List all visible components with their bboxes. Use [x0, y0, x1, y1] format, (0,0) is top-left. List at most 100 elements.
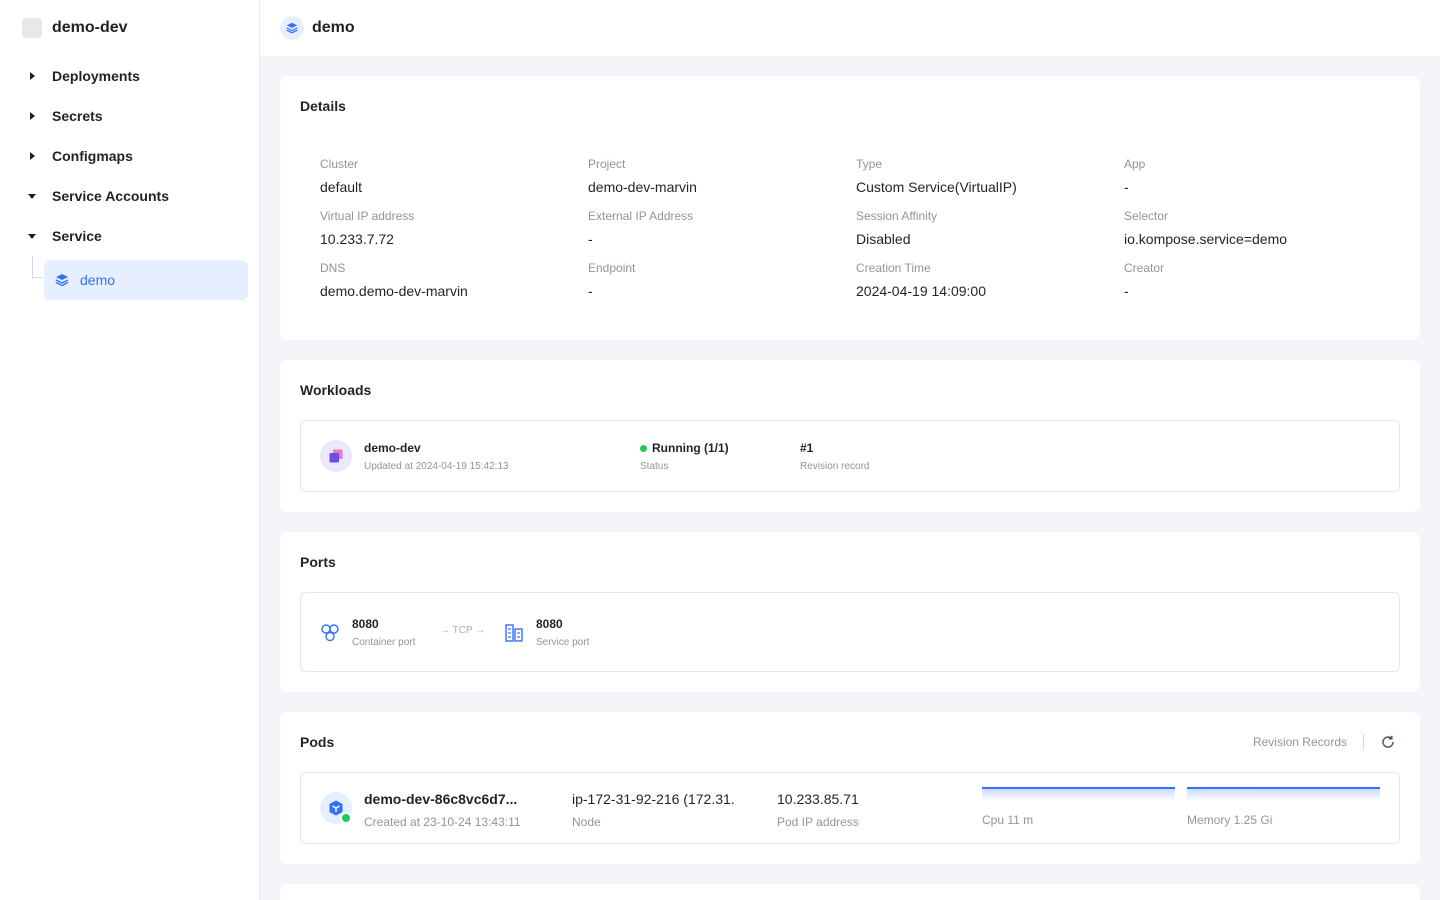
- pod-info: demo-dev-86c8vc6d7... Created at 23-10-2…: [364, 791, 521, 829]
- sidebar-item-secrets[interactable]: Secrets: [0, 96, 259, 136]
- pod-ip-label: Pod IP address: [777, 815, 859, 829]
- detail-label: DNS: [320, 261, 346, 275]
- cpu-sparkline: [982, 787, 1175, 801]
- sidebar-item-label: Secrets: [52, 108, 103, 124]
- revision-records-link[interactable]: Revision Records: [1253, 735, 1347, 749]
- service-port: 8080 Service port: [536, 617, 589, 648]
- workloads-title: Workloads: [300, 382, 372, 398]
- detail-value: Custom Service(VirtualIP): [856, 179, 1017, 195]
- detail-value: default: [320, 179, 363, 195]
- sidebar-item-configmaps[interactable]: Configmaps: [0, 136, 259, 176]
- detail-label: External IP Address: [588, 209, 694, 223]
- detail-dns: DNS demo.demo-dev-marvin: [320, 260, 588, 312]
- workload-name[interactable]: demo-dev: [364, 441, 509, 455]
- pod-icon: [320, 792, 352, 824]
- workload-revision: #1 Revision record: [800, 441, 869, 472]
- caret-right-icon: [26, 70, 38, 82]
- detail-label: Type: [856, 157, 883, 171]
- cpu-label: Cpu 11 m: [982, 813, 1034, 827]
- pod-status-dot-icon: [340, 812, 352, 824]
- revision-label: Revision record: [800, 461, 870, 472]
- sidebar: demo-dev Deployments Secrets Configmaps …: [0, 0, 260, 900]
- detail-label: Selector: [1124, 209, 1169, 223]
- node-label: Node: [572, 815, 601, 829]
- caret-down-icon: [26, 190, 38, 202]
- service-icon: [280, 16, 304, 40]
- detail-label: App: [1124, 157, 1146, 171]
- detail-project: Project demo-dev-marvin: [588, 156, 856, 208]
- detail-creator: Creator -: [1124, 260, 1392, 312]
- detail-label: Endpoint: [588, 261, 636, 275]
- details-grid: Cluster default Project demo-dev-marvin Ty…: [320, 156, 1392, 312]
- caret-right-icon: [26, 150, 38, 162]
- caret-right-icon: [26, 110, 38, 122]
- status-label: Status: [640, 461, 669, 472]
- sidebar-item-service-accounts[interactable]: Service Accounts: [0, 176, 259, 216]
- detail-selector: Selector io.kompose.service=demo: [1124, 208, 1392, 260]
- container-port-label: Container port: [352, 637, 416, 648]
- sidebar-header: demo-dev: [0, 0, 259, 56]
- caret-down-icon: [26, 230, 38, 242]
- detail-type: Type Custom Service(VirtualIP): [856, 156, 1124, 208]
- pod-ip: 10.233.85.71 Pod IP address: [777, 791, 859, 829]
- divider: [1363, 734, 1364, 750]
- details-card: Details Cluster default Project demo-dev-m…: [280, 76, 1420, 340]
- pod-ip-value: 10.233.85.71: [777, 791, 859, 807]
- pods-card: Pods Revision Records demo-dev-86c8vc6d7…: [280, 712, 1420, 864]
- ports-card: Ports 8080 Container port → TCP → 8080 S…: [280, 532, 1420, 692]
- project-title: demo-dev: [52, 19, 128, 36]
- detail-value: demo-dev-marvin: [588, 179, 697, 195]
- pod-created: Created at 23-10-24 13:43:11: [364, 815, 521, 829]
- pod-node: ip-172-31-92-216 (172.31. Node: [572, 791, 735, 829]
- detail-value: -: [588, 231, 593, 247]
- status-dot-icon: [640, 445, 647, 453]
- detail-label: Creator: [1124, 261, 1165, 275]
- project-logo-icon: [22, 18, 42, 38]
- ports-title: Ports: [300, 554, 336, 570]
- page-title: demo: [312, 19, 355, 36]
- workload-updated: Updated at 2024-04-19 15:42:13: [364, 461, 509, 472]
- sidebar-subitem-label: demo: [80, 272, 116, 288]
- node-value: ip-172-31-92-216 (172.31.: [572, 791, 735, 807]
- sidebar-item-service[interactable]: Service: [0, 216, 259, 256]
- workload-item[interactable]: demo-dev Updated at 2024-04-19 15:42:13 …: [300, 420, 1400, 492]
- service-port-label: Service port: [536, 637, 590, 648]
- detail-endpoint: Endpoint -: [588, 260, 856, 312]
- detail-value: demo.demo-dev-marvin: [320, 283, 468, 299]
- refresh-icon[interactable]: [1380, 734, 1396, 750]
- sidebar-subitem-demo[interactable]: demo: [44, 260, 248, 300]
- pod-name[interactable]: demo-dev-86c8vc6d7...: [364, 791, 521, 807]
- status-value-row: Running (1/1): [640, 441, 729, 455]
- detail-value: -: [588, 283, 593, 299]
- detail-label: Creation Time: [856, 261, 931, 275]
- protocol-label: → TCP →: [440, 625, 486, 636]
- memory-sparkline: [1187, 787, 1380, 801]
- pod-item[interactable]: demo-dev-86c8vc6d7... Created at 23-10-2…: [300, 772, 1400, 844]
- port-mapping: 8080 Container port → TCP → 8080 Service…: [300, 592, 1400, 672]
- pods-title: Pods: [300, 734, 335, 750]
- status-value: Running (1/1): [652, 441, 729, 455]
- pods-actions: Revision Records: [1253, 734, 1396, 750]
- container-port-icon: [321, 624, 339, 642]
- detail-value: 2024-04-19 14:09:00: [856, 283, 986, 299]
- next-card: [280, 884, 1420, 900]
- sidebar-item-deployments[interactable]: Deployments: [0, 56, 259, 96]
- detail-creation-time: Creation Time 2024-04-19 14:09:00: [856, 260, 1124, 312]
- tree-connector: [32, 256, 42, 278]
- detail-label: Project: [588, 157, 626, 171]
- detail-label: Virtual IP address: [320, 209, 415, 223]
- memory-label: Memory 1.25 Gi: [1187, 813, 1273, 827]
- container-port-value: 8080: [352, 617, 379, 631]
- sidebar-item-label: Configmaps: [52, 148, 133, 164]
- workload-info: demo-dev Updated at 2024-04-19 15:42:13: [364, 441, 509, 472]
- service-port-icon: [505, 624, 523, 642]
- layers-icon: [55, 274, 69, 287]
- detail-cluster: Cluster default: [320, 156, 588, 208]
- detail-value: -: [1124, 283, 1129, 299]
- detail-app: App -: [1124, 156, 1392, 208]
- details-title: Details: [300, 98, 346, 114]
- detail-virtual-ip: Virtual IP address 10.233.7.72: [320, 208, 588, 260]
- detail-external-ip: External IP Address -: [588, 208, 856, 260]
- detail-value: Disabled: [856, 231, 911, 247]
- workloads-card: Workloads demo-dev Updated at 2024-04-19…: [280, 360, 1420, 512]
